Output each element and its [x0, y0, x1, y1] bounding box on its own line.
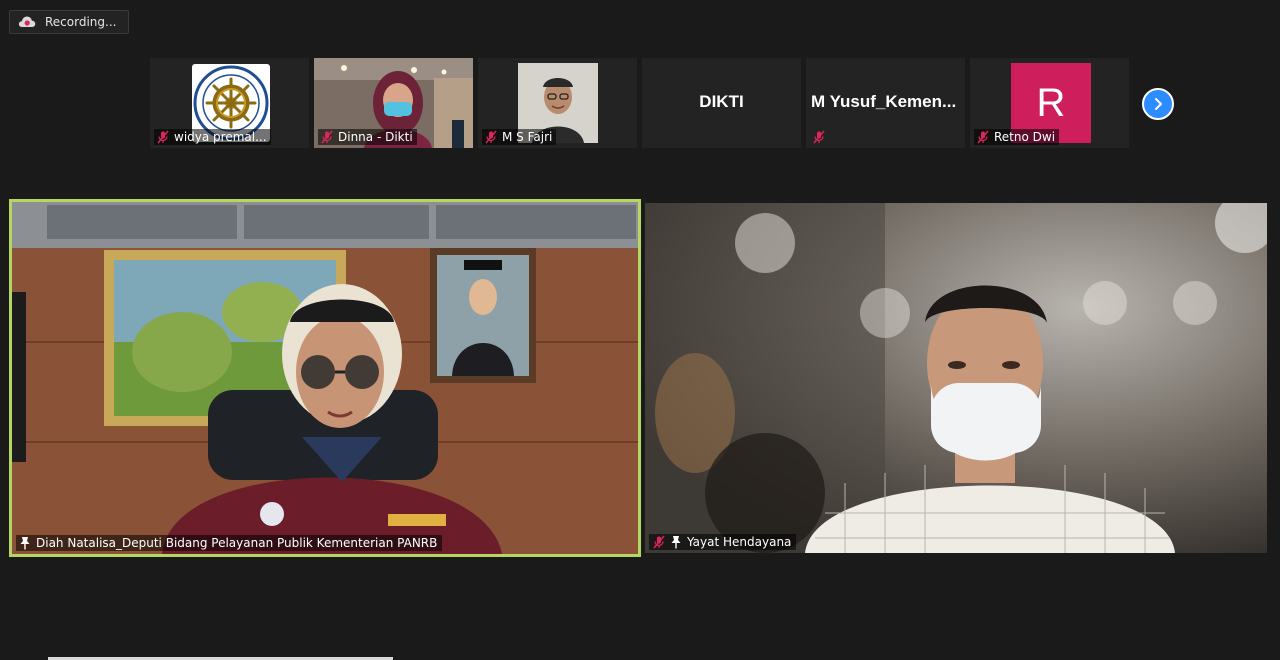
chevron-right-icon — [1155, 98, 1162, 110]
video-tile-participant[interactable]: Yayat Hendayana — [645, 203, 1267, 553]
mic-off-icon — [321, 130, 333, 144]
mic-off-icon — [813, 130, 825, 144]
participant-strip: widya premal... Dinna - Dikti M S Fajri … — [150, 58, 1129, 148]
mic-off-icon — [485, 130, 497, 144]
participant-name-tag: widya premal... — [154, 129, 271, 145]
speaker-video-frame — [12, 202, 638, 554]
participant-name-large: DIKTI — [699, 92, 744, 111]
participant-name-tag: M S Fajri — [482, 129, 557, 145]
participant-name: Diah Natalisa_Deputi Bidang Pelayanan Pu… — [36, 536, 438, 550]
recording-label: Recording... — [45, 15, 117, 29]
mic-off-icon — [977, 130, 989, 144]
mic-off-icon — [653, 535, 665, 549]
participant-name-tag: Retno Dwi — [974, 129, 1060, 145]
video-tile-active-speaker[interactable]: Diah Natalisa_Deputi Bidang Pelayanan Pu… — [9, 199, 641, 557]
participant-name-tag: Dinna - Dikti — [318, 129, 417, 145]
next-page-button[interactable] — [1142, 88, 1174, 120]
participant-tile-fajri[interactable]: M S Fajri — [478, 58, 637, 148]
participant-tile-widya[interactable]: widya premal... — [150, 58, 309, 148]
pin-icon — [671, 536, 681, 549]
participant-tile-retno[interactable]: R Retno Dwi — [970, 58, 1129, 148]
participant-name: Retno Dwi — [994, 130, 1056, 144]
participant-name: Dinna - Dikti — [338, 130, 413, 144]
participant-name-large: M Yusuf_Kemen... — [811, 92, 957, 111]
mic-off-icon — [157, 130, 169, 144]
participant-name: widya premal... — [174, 130, 267, 144]
participant-name: Yayat Hendayana — [687, 535, 792, 549]
cloud-record-icon — [18, 16, 36, 27]
participant-name-tag — [810, 129, 834, 145]
zoom-meeting-window: Recording... widya premal... Dinna - Dik… — [0, 0, 1280, 660]
participant-tile-dikti[interactable]: DIKTI — [642, 58, 801, 148]
participant-video-frame — [645, 203, 1267, 553]
participant-name-tag: Diah Natalisa_Deputi Bidang Pelayanan Pu… — [16, 535, 443, 551]
recording-indicator[interactable]: Recording... — [9, 10, 129, 34]
participant-name-tag: Yayat Hendayana — [649, 534, 797, 550]
participant-name: M S Fajri — [502, 130, 553, 144]
pin-icon — [20, 537, 30, 550]
participant-tile-yusuf[interactable]: M Yusuf_Kemen... — [806, 58, 965, 148]
participant-tile-dinna[interactable]: Dinna - Dikti — [314, 58, 473, 148]
